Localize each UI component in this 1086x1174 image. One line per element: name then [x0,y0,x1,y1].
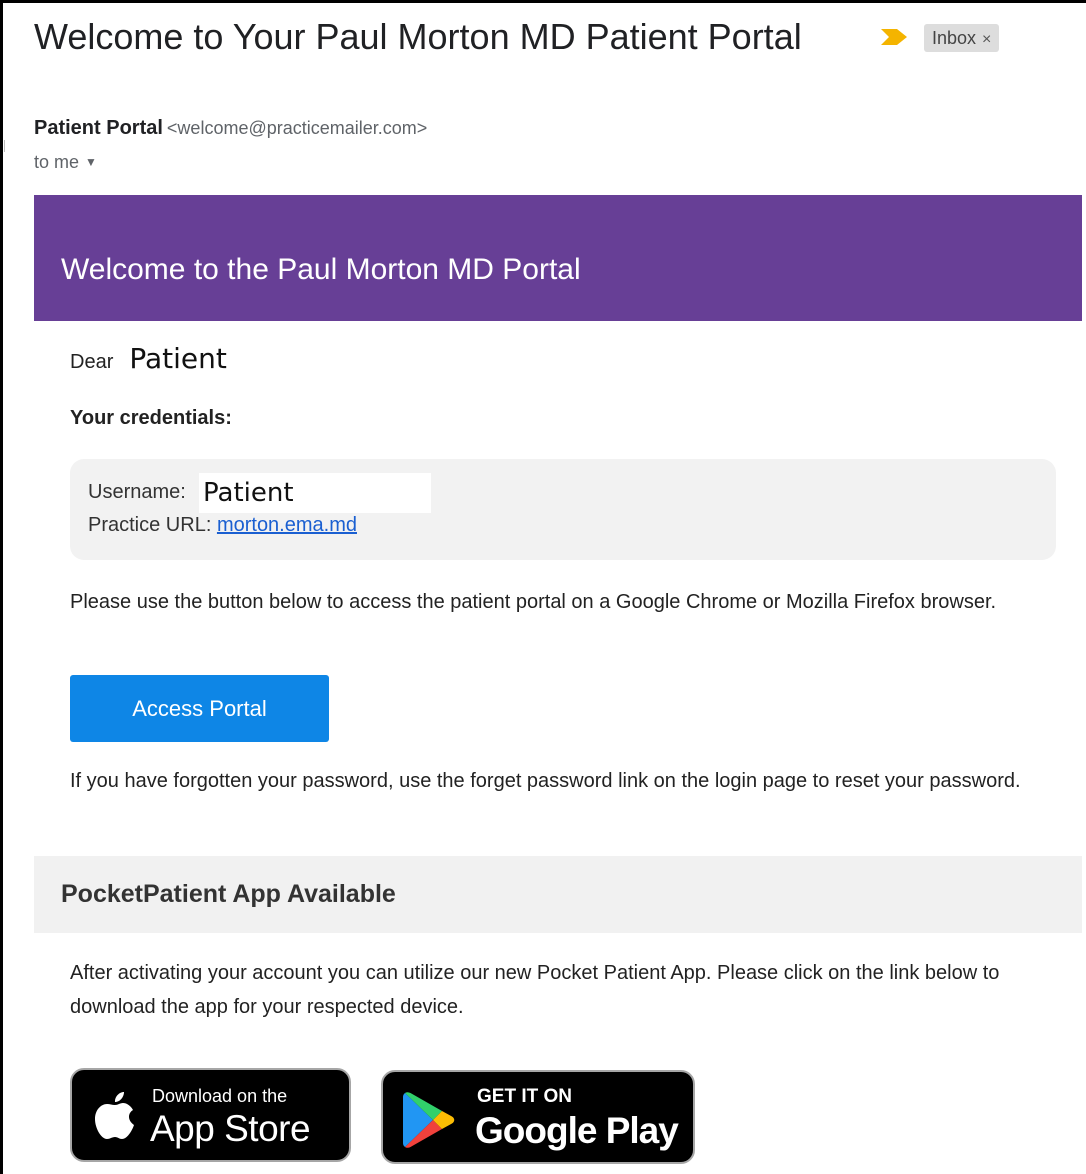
greeting-name: Patient [129,342,227,375]
gplay-title: Google Play [475,1110,679,1151]
app-description: After activating your account you can ut… [70,962,1000,1018]
sender-line: Patient Portal <welcome@practicemailer.co… [34,117,427,140]
sender-address: <welcome@practicemailer.com> [166,118,428,138]
credentials-box: Username: Patient Practice URL: morton.e… [70,459,1056,560]
practice-url-link[interactable]: morton.ema.md [217,514,357,536]
greeting: Dear Patient [70,342,227,375]
importance-marker-icon[interactable] [879,28,909,46]
app-store-badge[interactable]: Download on the App Store [70,1068,351,1162]
app-section-header: PocketPatient App Available [34,856,1082,933]
sender-name[interactable]: Patient Portal [34,117,163,139]
appstore-title: App Store [150,1108,311,1149]
greeting-word: Dear [70,351,114,373]
practice-url-label: Practice URL: [88,514,212,536]
remove-label-icon[interactable]: × [982,31,991,48]
apple-icon [95,1092,134,1139]
email-subject: Welcome to Your Paul Morton MD Patient P… [34,16,802,57]
google-play-badge[interactable]: GET IT ON Google Play [381,1070,695,1164]
portal-header-banner: Welcome to the Paul Morton MD Portal [34,195,1082,321]
practice-url-row: Practice URL: morton.ema.md [88,514,357,537]
username-row: Username: Patient [88,473,431,513]
browser-instruction: Please use the button below to access th… [70,591,997,613]
app-section-title: PocketPatient App Available [61,880,396,908]
inbox-label-chip[interactable]: Inbox × [924,24,1000,52]
recipients-toggle[interactable]: to me ▼ [34,152,97,173]
credentials-heading: Your credentials: [70,407,232,429]
gplay-caption: GET IT ON [477,1086,572,1107]
chevron-down-icon[interactable]: ▼ [85,155,97,169]
divider [4,140,5,152]
password-note: If you have forgotten your password, use… [70,770,1021,792]
username-label: Username: [88,481,186,503]
appstore-caption: Download on the [152,1086,288,1106]
inbox-label-text: Inbox [932,28,977,48]
banner-title: Welcome to the Paul Morton MD Portal [61,253,581,286]
recipients-text: to me [34,152,80,172]
google-play-icon [403,1092,455,1148]
username-value: Patient [199,473,431,513]
access-portal-button[interactable]: Access Portal [70,675,329,742]
